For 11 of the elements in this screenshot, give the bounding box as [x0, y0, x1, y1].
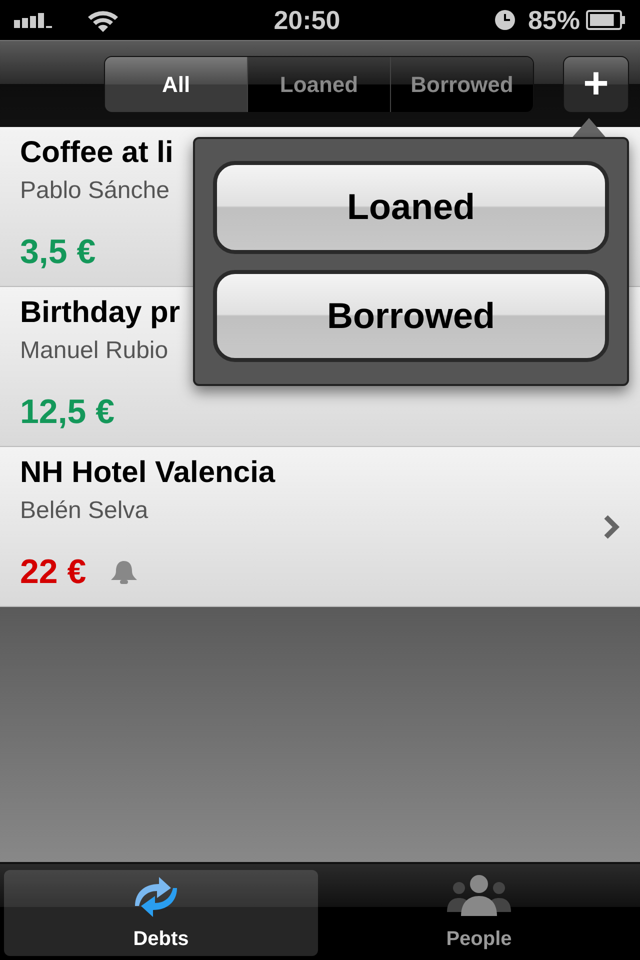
debt-person: Pablo Sánche	[20, 176, 170, 206]
debt-amount: 12,5 €	[20, 392, 115, 432]
debt-amount: 22 €	[20, 552, 86, 592]
debt-title: Birthday pr	[20, 296, 180, 328]
status-time: 20:50	[274, 4, 340, 36]
battery-percent: 85%	[528, 4, 580, 36]
debt-amount: 3,5 €	[20, 232, 96, 272]
debt-person: Belén Selva	[20, 496, 148, 526]
debt-title: Coffee at li	[20, 136, 174, 168]
debt-person: Manuel Rubio	[20, 336, 168, 366]
debt-title: NH Hotel Valencia	[20, 456, 276, 488]
